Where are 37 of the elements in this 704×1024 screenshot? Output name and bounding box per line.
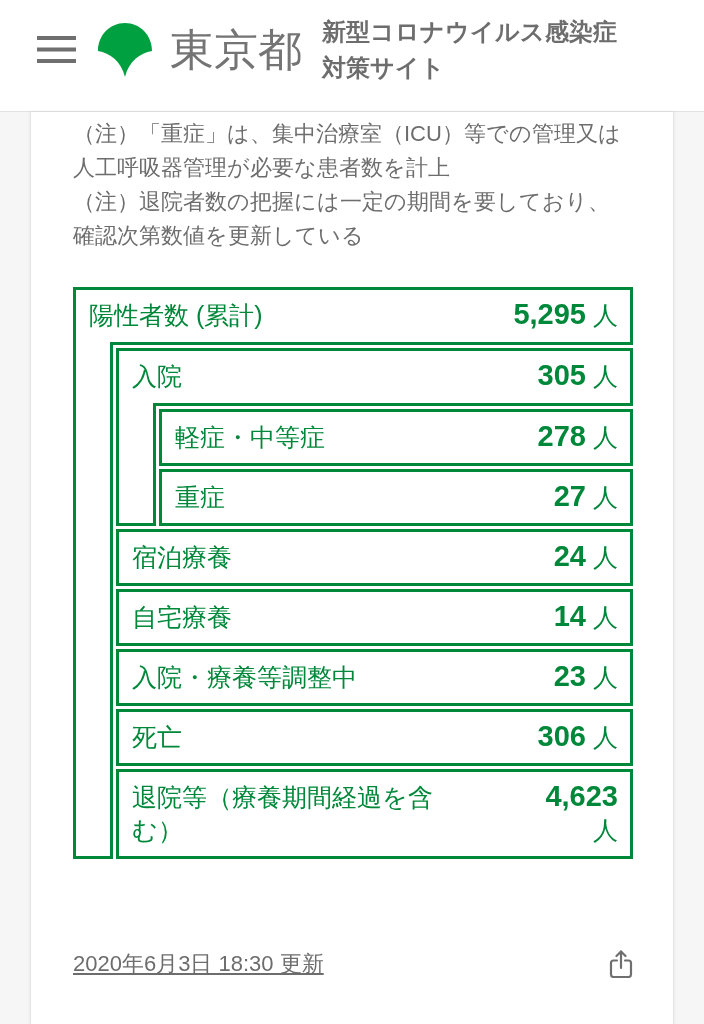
category-label: 入院・療養等調整中 xyxy=(132,662,357,693)
count-value: 278 xyxy=(537,420,586,452)
count-value: 24 xyxy=(553,540,586,572)
count-value: 14 xyxy=(553,600,586,632)
count-value: 27 xyxy=(553,480,586,512)
category-label: 重症 xyxy=(175,482,225,513)
category-label: 入院 xyxy=(132,361,182,392)
category-label: 陽性者数 (累計) xyxy=(89,300,263,331)
count-value: 23 xyxy=(553,660,586,692)
unit-label: 人 xyxy=(593,816,618,844)
note-text: （注）「重症」は、集中治療室（ICU）等での管理又は人工呼吸器管理が必要な患者数を計上 xyxy=(73,120,622,182)
unit-label: 人 xyxy=(593,723,618,751)
unit-label: 人 xyxy=(593,663,618,691)
leaf-icon xyxy=(97,22,153,77)
category-label: 自宅療養 xyxy=(132,602,232,633)
unit-label: 人 xyxy=(593,483,618,511)
category-label: 軽症・中等症 xyxy=(175,422,325,453)
site-name: 東京都 xyxy=(170,27,302,72)
menu-button[interactable] xyxy=(37,36,76,63)
count-value: 4,623 xyxy=(545,780,618,812)
unit-label: 人 xyxy=(593,362,618,390)
share-icon xyxy=(609,950,633,978)
menu-icon xyxy=(37,36,76,63)
update-timestamp: 2020年6月3日 18:30 更新 xyxy=(73,950,324,978)
unit-label: 人 xyxy=(593,543,618,571)
unit-label: 人 xyxy=(593,423,618,451)
count-value: 305 xyxy=(537,359,586,391)
site-title: 新型コロナウイルス感染症対策サイト xyxy=(322,16,618,83)
share-button[interactable] xyxy=(609,950,633,978)
category-label: 宿泊療養 xyxy=(132,542,232,573)
unit-label: 人 xyxy=(593,301,618,329)
unit-label: 人 xyxy=(593,603,618,631)
category-label: 死亡 xyxy=(132,722,182,753)
count-value: 5,295 xyxy=(513,298,586,330)
note-text: （注）退院者数の把握には一定の期間を要しており、確認次第数値を更新している xyxy=(73,188,611,250)
count-value: 306 xyxy=(537,720,586,752)
category-label: 退院等（療養期間経過を含む） xyxy=(132,782,434,846)
